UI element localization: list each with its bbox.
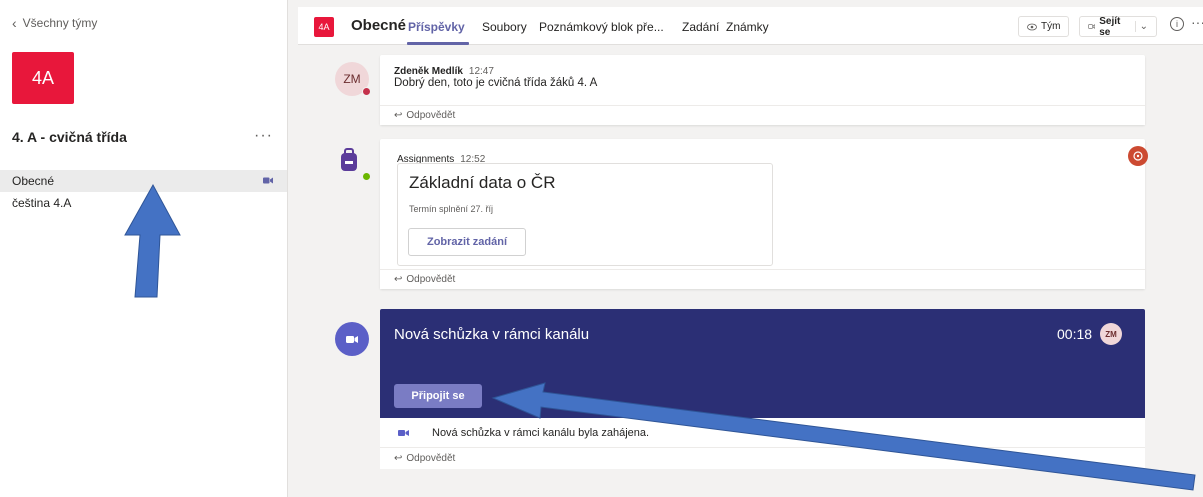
assignment-title: Základní data o ČR	[409, 173, 556, 192]
channel-title: Obecné	[351, 17, 407, 34]
reply-label: Odpovědět	[406, 453, 456, 464]
chevron-left-icon: ‹	[12, 15, 17, 31]
reaction-icon[interactable]	[1128, 146, 1148, 166]
tab-notebook[interactable]: Poznámkový blok pře...	[539, 20, 664, 34]
channel-avatar: 4A	[314, 17, 334, 37]
left-sidebar: ‹ Všechny týmy 4A 4. A - cvičná třída ··…	[0, 0, 288, 497]
team-more-button[interactable]: ···	[254, 127, 273, 145]
channel-label: čeština 4.A	[12, 196, 72, 210]
reply-button[interactable]: ↩ Odpovědět	[380, 447, 1145, 469]
reply-icon: ↩	[394, 453, 403, 464]
meeting-banner: Nová schůzka v rámci kanálu 00:18 ZM Při…	[380, 309, 1145, 418]
back-to-teams-link[interactable]: ‹ Všechny týmy	[12, 15, 97, 31]
team-avatar[interactable]: 4A	[12, 52, 74, 104]
video-camera-icon	[398, 430, 409, 436]
meeting-status-card: Nová schůzka v rámci kanálu byla zahájen…	[380, 418, 1145, 469]
meeting-icon	[335, 322, 369, 356]
chevron-down-icon[interactable]: ⌄	[1134, 21, 1148, 32]
channel-item-obecne[interactable]: Obecné	[0, 170, 287, 192]
team-button[interactable]: Tým	[1018, 16, 1070, 37]
meet-button[interactable]: Sejít se ⌄	[1079, 15, 1157, 38]
active-tab-indicator	[407, 42, 469, 45]
tab-files[interactable]: Soubory	[482, 20, 527, 34]
reply-icon: ↩	[394, 274, 403, 285]
reply-button[interactable]: ↩ Odpovědět	[380, 269, 1145, 289]
team-name: 4. A - cvičná třída	[12, 129, 127, 145]
tab-posts[interactable]: Příspěvky	[408, 20, 465, 34]
meet-button-label: Sejít se	[1099, 15, 1121, 38]
reply-label: Odpovědět	[406, 274, 456, 285]
meeting-title: Nová schůzka v rámci kanálu	[394, 326, 590, 343]
meeting-started-text: Nová schůzka v rámci kanálu byla zahájen…	[432, 427, 650, 439]
message-text: Dobrý den, toto je cvičná třída žáků 4. …	[394, 77, 598, 89]
message-card: Zdeněk Medlík 12:47 Dobrý den, toto je cv…	[380, 55, 1145, 125]
channel-header: 4A Obecné Příspěvky Soubory Poznámkový b…	[298, 7, 1203, 45]
assignment-card: Základní data o ČR Termín splnění 27. ří…	[397, 163, 773, 266]
join-meeting-button[interactable]: Připojit se	[394, 384, 482, 408]
channel-item-cestina[interactable]: čeština 4.A	[0, 192, 287, 214]
assignment-message-card: Assignments 12:52 Základní data o ČR Term…	[380, 139, 1145, 289]
channel-label: Obecné	[12, 174, 55, 188]
view-assignment-button[interactable]: Zobrazit zadání	[408, 228, 526, 256]
reply-label: Odpovědět	[406, 110, 456, 121]
info-icon[interactable]: i	[1170, 17, 1184, 31]
reply-button[interactable]: ↩ Odpovědět	[380, 105, 1145, 125]
video-camera-icon	[263, 177, 273, 184]
meeting-timer: 00:18	[1057, 326, 1093, 342]
assignment-due-date: Termín splnění 27. říj	[409, 204, 494, 214]
tab-grades[interactable]: Známky	[726, 20, 769, 34]
eye-icon	[1027, 23, 1037, 30]
header-more-button[interactable]: ···	[1191, 14, 1203, 30]
message-time: 12:47	[468, 66, 494, 77]
message-author: Zdeněk Medlík	[394, 66, 463, 77]
status-busy-badge	[362, 87, 371, 96]
back-label: Všechny týmy	[22, 16, 98, 30]
reply-icon: ↩	[394, 110, 403, 121]
team-button-label: Tým	[1041, 21, 1061, 32]
video-camera-icon	[1088, 24, 1096, 29]
avatar[interactable]: ZM	[1100, 323, 1122, 345]
assignments-app-icon[interactable]	[336, 146, 362, 174]
tab-assignments[interactable]: Zadání	[682, 20, 719, 34]
status-available-badge	[362, 172, 371, 181]
